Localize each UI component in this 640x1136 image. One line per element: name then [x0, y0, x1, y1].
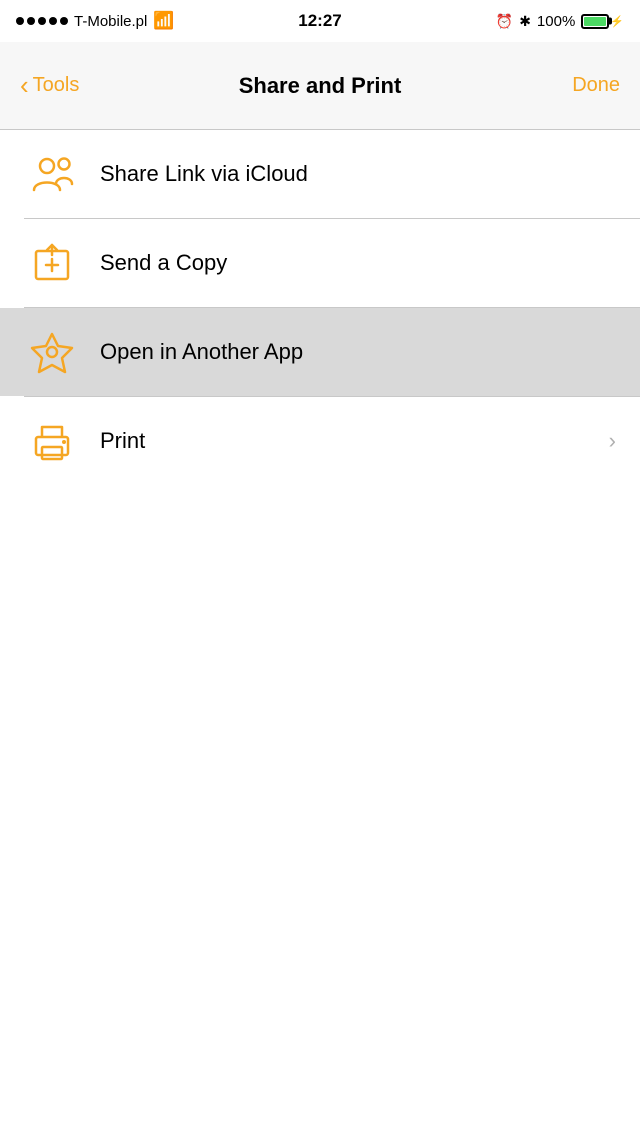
- print-label: Print: [100, 428, 609, 454]
- bluetooth-icon: ✱: [519, 13, 531, 30]
- share-link-label: Share Link via iCloud: [100, 161, 616, 187]
- send-copy-icon: [24, 235, 80, 291]
- nav-bar: ‹ Tools Share and Print Done: [0, 42, 640, 130]
- charging-icon: ⚡: [610, 15, 624, 28]
- open-in-app-label: Open in Another App: [100, 339, 616, 365]
- signal-dots: [16, 17, 68, 25]
- back-chevron-icon: ‹: [20, 72, 29, 98]
- menu-list: Share Link via iCloud Send a Copy: [0, 130, 640, 485]
- back-button[interactable]: ‹ Tools: [20, 74, 79, 98]
- battery-body: [581, 14, 609, 29]
- status-time: 12:27: [298, 11, 341, 31]
- print-chevron-icon: ›: [609, 428, 616, 454]
- page-title: Share and Print: [239, 73, 402, 99]
- open-in-app-icon: [24, 324, 80, 380]
- back-label: Tools: [33, 74, 80, 97]
- send-copy-label: Send a Copy: [100, 250, 616, 276]
- print-icon: [24, 413, 80, 469]
- status-bar: T-Mobile.pl 📶 12:27 ⏰ ✱ 100% ⚡: [0, 0, 640, 42]
- alarm-icon: ⏰: [496, 13, 513, 30]
- status-right: ⏰ ✱ 100% ⚡: [496, 13, 624, 30]
- battery-indicator: ⚡: [581, 14, 624, 29]
- menu-item-open-in-app[interactable]: Open in Another App: [0, 308, 640, 396]
- wifi-icon: 📶: [153, 11, 174, 31]
- share-link-icon: [24, 146, 80, 202]
- menu-item-print[interactable]: Print ›: [0, 397, 640, 485]
- carrier-name: T-Mobile.pl: [74, 13, 147, 30]
- menu-item-send-copy[interactable]: Send a Copy: [0, 219, 640, 307]
- battery-percentage: 100%: [537, 13, 575, 30]
- status-left: T-Mobile.pl 📶: [16, 11, 175, 31]
- done-button[interactable]: Done: [572, 74, 620, 97]
- battery-fill: [584, 17, 606, 26]
- menu-item-share-link[interactable]: Share Link via iCloud: [0, 130, 640, 218]
